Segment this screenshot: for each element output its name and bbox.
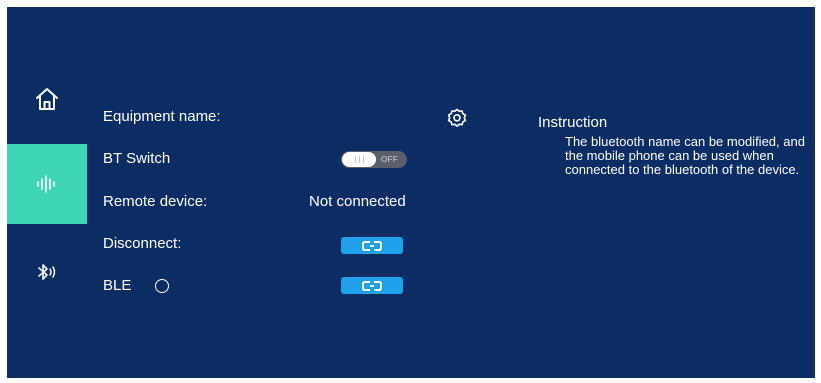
sidebar-item-bluetooth[interactable]	[7, 232, 87, 312]
audio-wave-icon	[37, 175, 55, 193]
bt-switch-toggle[interactable]: OFF	[341, 151, 407, 168]
instruction-text: The bluetooth name can be modified, and …	[565, 134, 805, 177]
instruction-title: Instruction	[538, 114, 608, 131]
remote-device-label: Remote device:	[103, 193, 208, 210]
bluetooth-audio-icon	[38, 264, 56, 280]
home-icon	[36, 88, 58, 110]
bt-switch-label: BT Switch	[103, 150, 171, 167]
ble-label: BLE	[103, 277, 132, 294]
disconnect-button[interactable]	[341, 237, 403, 254]
remote-device-value: Not connected	[309, 193, 406, 210]
sidebar	[7, 7, 87, 378]
sidebar-item-home[interactable]	[7, 59, 87, 139]
ble-connect-button[interactable]	[341, 277, 403, 294]
toggle-state-text: OFF	[381, 155, 398, 164]
sidebar-item-audio[interactable]	[7, 144, 87, 224]
disconnect-label: Disconnect:	[103, 235, 182, 252]
equipment-name-label: Equipment name:	[103, 108, 221, 125]
link-icon	[362, 280, 382, 291]
gear-icon[interactable]	[447, 108, 467, 128]
ble-radio[interactable]	[155, 279, 169, 293]
toggle-knob	[342, 152, 376, 167]
link-icon	[362, 240, 382, 251]
bluetooth-settings-screen: Equipment name: BT Switch OFF Remote dev…	[7, 7, 815, 378]
